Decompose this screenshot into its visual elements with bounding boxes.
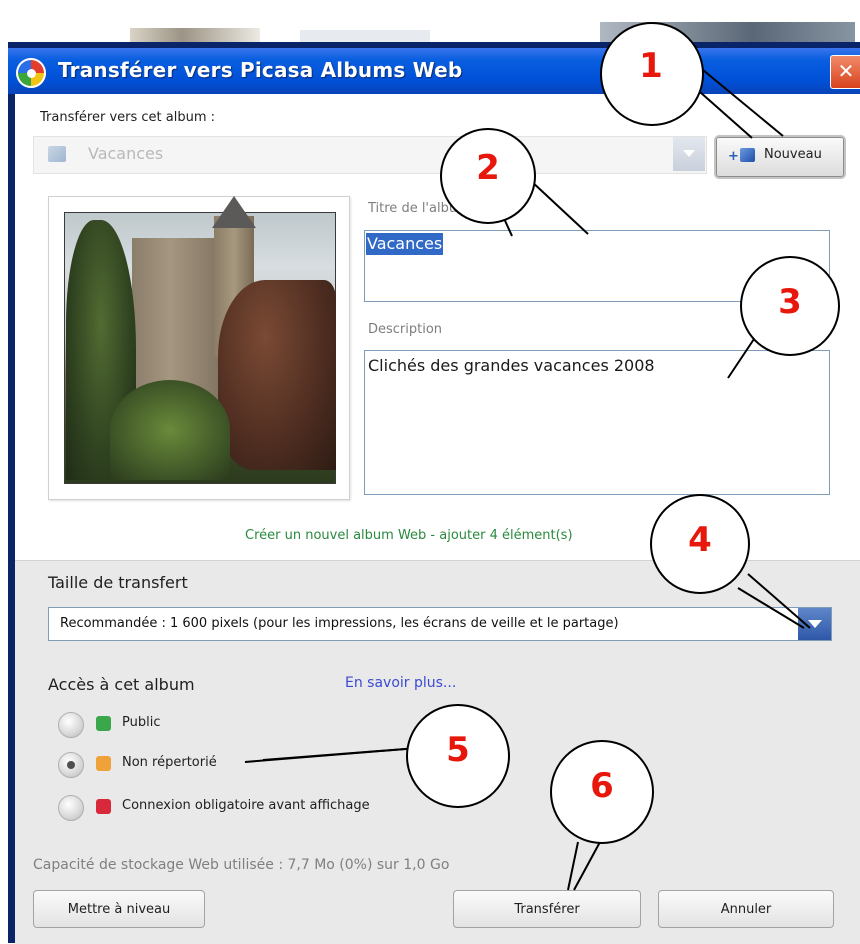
callout-leader-lines: [244, 69, 811, 891]
callout-number-1: 1: [639, 46, 663, 86]
callout-number-2: 2: [476, 148, 500, 188]
callout-number-5: 5: [446, 730, 470, 770]
callout-number-4: 4: [688, 520, 712, 560]
callout-number-3: 3: [778, 282, 802, 322]
callout-number-6: 6: [590, 766, 614, 806]
callout-1-leader: [699, 91, 753, 139]
callout-5-leader: [262, 747, 419, 761]
callout-6-leader: [573, 841, 601, 891]
callout-6-leader: [567, 841, 579, 891]
callout-1-leader: [702, 69, 784, 137]
callout-4-leader: [747, 573, 811, 629]
callout-2-leader: [529, 179, 589, 235]
